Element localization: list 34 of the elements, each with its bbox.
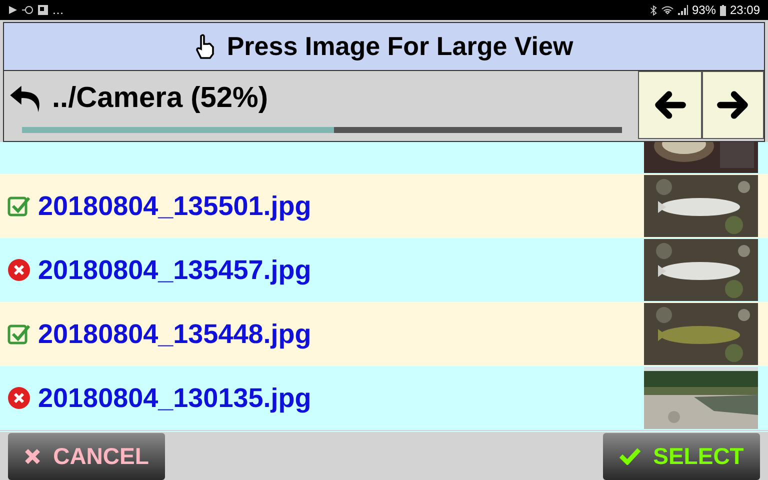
close-icon[interactable] [7,386,31,410]
clock: 23:09 [730,2,760,19]
right-arrow-icon [716,90,750,120]
close-icon [24,448,42,464]
select-button[interactable]: SELECT [603,432,760,480]
notification-icon [8,5,18,15]
battery-percent: 93% [692,2,716,19]
battery-icon [720,4,726,16]
left-arrow-icon [653,90,687,120]
close-icon[interactable] [7,258,31,282]
notification-icon [22,5,34,15]
checkmark-icon [619,447,642,465]
file-name: 20180804_130135.jpg [38,382,312,415]
more-notifications: … [52,2,64,19]
file-name: 20180804_135457.jpg [38,254,312,287]
image-icon [38,5,48,15]
checked-box-icon[interactable] [7,194,31,218]
next-button[interactable] [702,71,764,139]
pointing-hand-icon [194,34,215,60]
file-row[interactable]: 20180804_135448.jpg [0,302,768,366]
file-row[interactable]: 20180804_135501.jpg [0,174,768,238]
file-name: 20180804_135501.jpg [38,190,312,223]
signal-icon [678,5,688,15]
file-name: 20180804_135448.jpg [38,318,312,351]
title-text: Press Image For Large View [226,30,574,63]
previous-button[interactable] [638,71,702,139]
folder-path: ../Camera (52%) [52,81,268,116]
cancel-button[interactable]: CANCEL [8,432,165,480]
bluetooth-icon [650,4,657,16]
wifi-icon [660,5,674,15]
file-row[interactable] [0,142,768,174]
file-row[interactable]: 20180804_135457.jpg [0,238,768,302]
file-row[interactable]: 20180804_130135.jpg [0,366,768,430]
checked-box-icon[interactable] [7,322,31,346]
